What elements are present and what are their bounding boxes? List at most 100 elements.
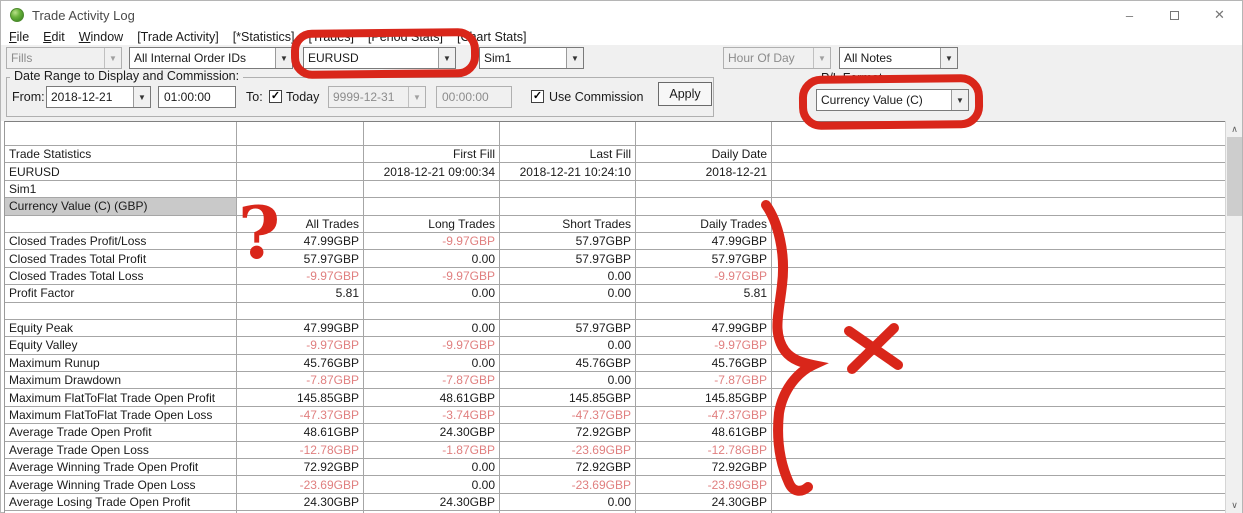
table-cell[interactable] xyxy=(237,122,364,145)
fills-combobox[interactable]: Fills ▼ xyxy=(6,47,122,69)
table-cell[interactable] xyxy=(636,198,772,215)
table-cell[interactable]: 0.00 xyxy=(364,354,500,372)
table-cell[interactable]: 47.99GBP xyxy=(636,319,772,337)
table-row[interactable]: EURUSD 2018-12-21 09:00:34 2018-12-21 10:2… xyxy=(5,163,1227,181)
table-row[interactable]: Average Trade Open Loss -12.78GBP -1.87GBP… xyxy=(5,441,1227,460)
table-cell[interactable]: 48.61GBP xyxy=(364,389,500,406)
table-cell[interactable] xyxy=(636,122,772,145)
table-cell[interactable] xyxy=(500,180,636,198)
table-cell[interactable]: 57.97GBP xyxy=(500,319,636,337)
table-cell[interactable]: Closed Trades Total Loss xyxy=(5,267,237,285)
table-cell[interactable]: 0.00 xyxy=(500,285,636,302)
table-cell[interactable]: -9.97GBP xyxy=(364,267,500,285)
table-cell[interactable]: Closed Trades Profit/Loss xyxy=(5,232,237,250)
account-combobox[interactable]: Sim1 ▼ xyxy=(479,47,584,69)
table-row[interactable]: Maximum FlatToFlat Trade Open Loss -47.37… xyxy=(5,406,1227,425)
table-cell[interactable]: 72.92GBP xyxy=(237,459,364,476)
table-cell[interactable] xyxy=(237,180,364,198)
table-cell[interactable]: Maximum Drawdown xyxy=(5,372,237,389)
menu-item-window[interactable]: Window xyxy=(79,30,123,44)
menu-item-edit[interactable]: Edit xyxy=(43,30,65,44)
table-cell[interactable]: Maximum FlatToFlat Trade Open Profit xyxy=(5,389,237,406)
table-row[interactable]: All Trades Long Trades Short Trades Daily T… xyxy=(5,215,1227,233)
table-cell[interactable]: -9.97GBP xyxy=(237,267,364,285)
table-cell[interactable]: All Trades xyxy=(237,215,364,232)
table-cell[interactable] xyxy=(5,302,237,319)
table-cell[interactable] xyxy=(500,198,636,215)
table-cell[interactable] xyxy=(237,198,364,215)
table-cell[interactable]: 24.30GBP xyxy=(364,424,500,441)
table-row[interactable]: Average Losing Trade Open Profit 24.30GBP… xyxy=(5,493,1227,512)
table-cell[interactable]: 0.00 xyxy=(364,285,500,302)
menu-item-periodstats[interactable]: [Period Stats] xyxy=(368,30,443,44)
table-cell[interactable]: -12.78GBP xyxy=(636,441,772,459)
table-cell[interactable]: 2018-12-21 10:24:10 xyxy=(500,163,636,180)
table-row[interactable]: Maximum Runup 45.76GBP 0.00 45.76GBP 45.76GB… xyxy=(5,354,1227,373)
table-cell[interactable]: -23.69GBP xyxy=(636,476,772,493)
table-cell[interactable]: 0.00 xyxy=(364,250,500,267)
table-cell[interactable] xyxy=(237,302,364,319)
vertical-scrollbar[interactable]: ∧ ∨ xyxy=(1225,121,1242,513)
menu-item-tradeactivity[interactable]: [Trade Activity] xyxy=(137,30,219,44)
menu-item-trades[interactable]: [Trades] xyxy=(309,30,354,44)
table-cell[interactable]: 57.97GBP xyxy=(636,250,772,267)
table-cell[interactable]: 145.85GBP xyxy=(636,389,772,406)
table-cell[interactable]: -9.97GBP xyxy=(364,232,500,250)
table-cell[interactable]: Average Trade Open Profit xyxy=(5,424,237,441)
table-cell[interactable] xyxy=(636,302,772,319)
table-row[interactable]: Trade Statistics First Fill Last Fill Daily… xyxy=(5,146,1227,164)
table-cell[interactable]: 145.85GBP xyxy=(500,389,636,406)
today-checkbox[interactable]: ✓ xyxy=(269,90,282,103)
menu-item-file[interactable]: File xyxy=(9,30,29,44)
table-cell[interactable] xyxy=(636,180,772,198)
table-cell[interactable]: 24.30GBP xyxy=(237,493,364,511)
table-row[interactable]: Closed Trades Total Loss -9.97GBP -9.97GBP… xyxy=(5,267,1227,286)
table-cell[interactable]: 145.85GBP xyxy=(237,389,364,406)
table-row[interactable]: Sim1 xyxy=(5,180,1227,199)
table-cell[interactable]: 57.97GBP xyxy=(237,250,364,267)
table-cell[interactable]: 2018-12-21 09:00:34 xyxy=(364,163,500,180)
table-cell[interactable]: 2018-12-21 xyxy=(636,163,772,180)
table-cell[interactable]: 0.00 xyxy=(500,337,636,354)
table-row[interactable]: Maximum FlatToFlat Trade Open Profit 145.… xyxy=(5,389,1227,407)
close-button[interactable]: ✕ xyxy=(1197,1,1242,29)
apply-button[interactable]: Apply xyxy=(658,82,712,106)
table-cell[interactable] xyxy=(364,302,500,319)
table-cell[interactable]: Daily Date xyxy=(636,146,772,163)
table-cell[interactable]: Daily Trades xyxy=(636,215,772,232)
table-row[interactable]: Average Trade Open Profit 48.61GBP 24.30GB… xyxy=(5,424,1227,442)
table-cell[interactable]: Equity Peak xyxy=(5,319,237,337)
table-cell[interactable]: 72.92GBP xyxy=(500,459,636,476)
table-cell[interactable]: Long Trades xyxy=(364,215,500,232)
table-cell[interactable]: -7.87GBP xyxy=(237,372,364,389)
table-cell[interactable]: 0.00 xyxy=(500,372,636,389)
table-cell[interactable]: 0.00 xyxy=(364,319,500,337)
table-cell[interactable]: 45.76GBP xyxy=(636,354,772,372)
table-row[interactable]: Equity Peak 47.99GBP 0.00 57.97GBP 47.99GBP xyxy=(5,319,1227,338)
table-row[interactable]: Closed Trades Total Profit 57.97GBP 0.00 57… xyxy=(5,250,1227,268)
table-cell[interactable]: 48.61GBP xyxy=(636,424,772,441)
to-time-field[interactable]: 00:00:00 xyxy=(436,86,512,108)
table-cell[interactable]: -7.87GBP xyxy=(364,372,500,389)
table-cell[interactable]: Maximum Runup xyxy=(5,354,237,372)
table-cell[interactable]: -47.37GBP xyxy=(636,406,772,424)
table-row[interactable]: Average Winning Trade Open Profit 72.92GB… xyxy=(5,459,1227,477)
table-cell[interactable]: -9.97GBP xyxy=(636,337,772,354)
table-cell[interactable]: 57.97GBP xyxy=(500,232,636,250)
menu-item-statistics[interactable]: [*Statistics] xyxy=(233,30,295,44)
from-time-field[interactable]: 01:00:00 xyxy=(158,86,236,108)
table-cell[interactable]: Currency Value (C) (GBP) xyxy=(5,198,237,215)
table-cell[interactable]: -47.37GBP xyxy=(237,406,364,424)
table-cell[interactable]: 0.00 xyxy=(500,493,636,511)
table-cell[interactable]: 47.99GBP xyxy=(636,232,772,250)
menu-item-chartstats[interactable]: [Chart Stats] xyxy=(457,30,526,44)
table-cell[interactable]: -23.69GBP xyxy=(500,476,636,493)
table-cell[interactable]: Closed Trades Total Profit xyxy=(5,250,237,267)
table-row[interactable] xyxy=(5,302,1227,320)
table-cell[interactable]: -23.69GBP xyxy=(500,441,636,459)
period-combobox[interactable]: Hour Of Day ▼ xyxy=(723,47,831,69)
table-cell[interactable]: Short Trades xyxy=(500,215,636,232)
table-cell[interactable]: 0.00 xyxy=(500,267,636,285)
table-cell[interactable]: 72.92GBP xyxy=(636,459,772,476)
table-cell[interactable]: 45.76GBP xyxy=(500,354,636,372)
